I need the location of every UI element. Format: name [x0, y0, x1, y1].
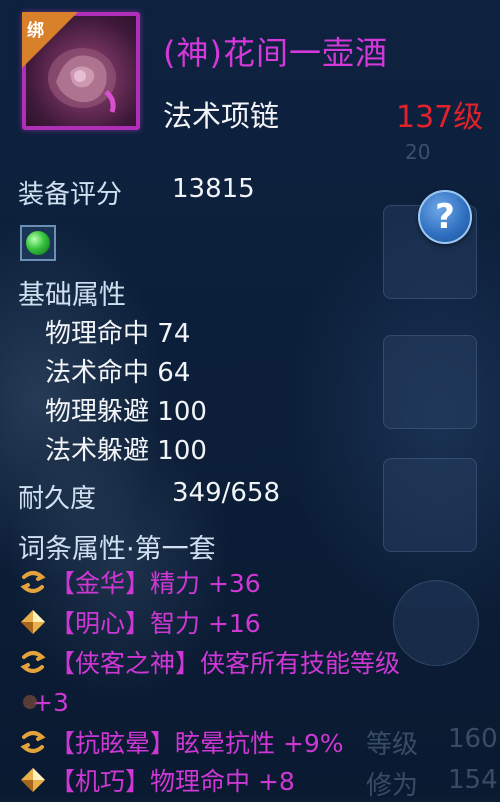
affix-row: 【抗眩晕】眩晕抗性 +9%	[18, 724, 344, 760]
score-label: 装备评分	[18, 180, 123, 210]
attr-name: 法术躲避	[45, 436, 150, 466]
attr-value: 100	[157, 436, 207, 466]
affix-text: 【明心】智力 +16	[50, 609, 261, 638]
attr-name: 法术命中	[45, 358, 150, 388]
attr-row: 物理躲避 100	[45, 391, 207, 428]
bg-level-value: 160	[448, 724, 498, 754]
item-level: 137级	[396, 100, 484, 135]
diamond-icon	[18, 765, 48, 795]
affix-row: 【机巧】物理命中 +8	[18, 762, 295, 798]
swirl-icon	[18, 727, 48, 757]
diamond-icon	[18, 607, 48, 637]
attr-row: 法术命中 64	[45, 352, 190, 389]
bg-small-number: 20	[405, 140, 431, 164]
bg-level-label: 等级	[366, 730, 419, 760]
attr-name: 物理命中	[45, 319, 150, 349]
durability-value: 349/658	[172, 478, 281, 508]
swirl-icon	[18, 647, 48, 677]
bg-slot-3	[383, 458, 477, 552]
affix-title: 词条属性·第一套	[18, 534, 216, 565]
bg-cultivation-label: 修为	[366, 771, 419, 801]
base-attributes-title: 基础属性	[18, 280, 126, 311]
bg-cultivation-value: 154	[448, 765, 498, 795]
dot-icon	[18, 687, 48, 717]
attr-name: 物理躲避	[45, 397, 150, 427]
bg-slot-4	[393, 580, 479, 666]
affix-text: 【侠客之神】侠客所有技能等级	[50, 649, 401, 678]
score-value: 13815	[172, 174, 255, 204]
question-icon: ?	[435, 197, 455, 237]
item-type: 法术项链	[163, 99, 280, 133]
bound-badge: 绑	[22, 12, 78, 68]
affix-text: 【抗眩晕】眩晕抗性 +9%	[50, 729, 344, 758]
affix-row: 【金华】精力 +36	[18, 564, 261, 600]
green-gem-icon	[26, 231, 50, 255]
attr-value: 64	[157, 358, 191, 388]
item-name: (神)花间一壶酒	[163, 34, 388, 72]
affix-row: +3	[18, 684, 69, 720]
help-button[interactable]: ?	[418, 190, 472, 244]
attr-row: 法术躲避 100	[45, 430, 207, 467]
attr-row: 物理命中 74	[45, 313, 190, 350]
bg-slot-2	[383, 335, 477, 429]
affix-row: 【侠客之神】侠客所有技能等级	[18, 644, 400, 680]
affix-row: 【明心】智力 +16	[18, 604, 261, 640]
durability-label: 耐久度	[18, 484, 97, 514]
affix-text: 【金华】精力 +36	[50, 569, 261, 598]
affix-text: 【机巧】物理命中 +8	[50, 767, 295, 796]
swirl-icon	[18, 567, 48, 597]
gem-slot[interactable]	[20, 225, 56, 261]
attr-value: 100	[157, 397, 207, 427]
attr-value: 74	[157, 319, 191, 349]
